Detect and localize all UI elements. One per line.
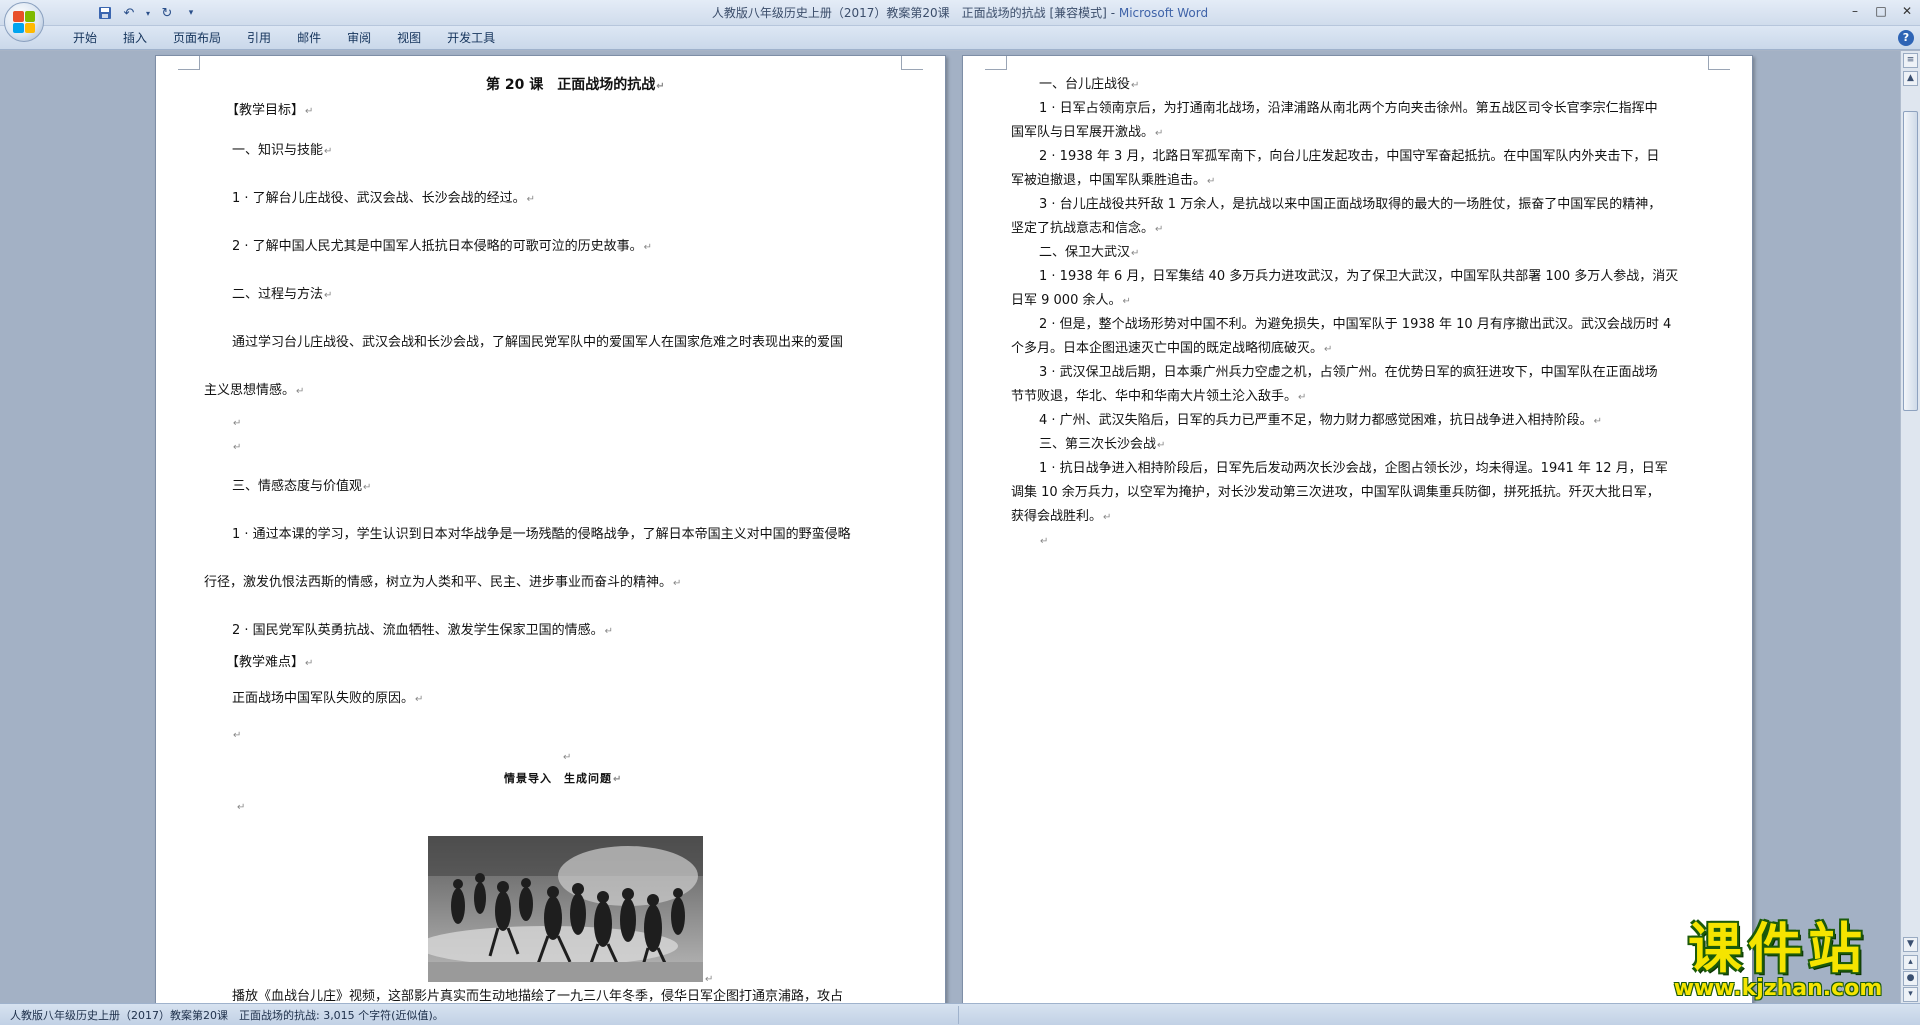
status-divider bbox=[958, 1006, 959, 1024]
right-paragraph: 2 · 但是，整个战场形势对中国不利。为避免损失，中国军队于 1938 年 10… bbox=[1039, 317, 1672, 332]
empty-paragraph: ↵ bbox=[237, 802, 246, 813]
right-paragraph: 三、第三次长沙会战↵ bbox=[1039, 437, 1166, 452]
empty-paragraph: ↵ bbox=[705, 974, 714, 985]
scroll-up-icon[interactable]: ▲ bbox=[1903, 71, 1918, 86]
right-paragraph: 日军 9 000 余人。↵ bbox=[1011, 293, 1131, 308]
previous-page-icon[interactable]: ▴ bbox=[1903, 955, 1918, 970]
close-button[interactable]: ✕ bbox=[1894, 0, 1920, 22]
empty-paragraph: ↵ bbox=[563, 752, 572, 763]
empty-paragraph: ↵ bbox=[1040, 536, 1049, 547]
window-title: 人教版八年级历史上册（2017）教案第20课 正面战场的抗战 [兼容模式] - … bbox=[0, 4, 1920, 21]
status-text: 人教版八年级历史上册（2017）教案第20课 正面战场的抗战: 3,015 个字… bbox=[10, 1009, 444, 1022]
left-paragraph: 2 · 国民党军队英勇抗战、流血牺牲、激发学生保家卫国的情感。↵ bbox=[232, 623, 614, 638]
office-button[interactable] bbox=[4, 2, 44, 42]
right-paragraph: 1 · 抗日战争进入相持阶段后，日军先后发动两次长沙会战，企图占领长沙，均未得逞… bbox=[1039, 461, 1668, 476]
right-paragraph: 军被迫撤退，中国军队乘胜追击。↵ bbox=[1011, 173, 1216, 188]
ribbon: 开始 插入 页面布局 引用 邮件 审阅 视图 开发工具 ? bbox=[0, 26, 1920, 50]
section-heading: 情景导入 生成问题↵ bbox=[504, 772, 623, 785]
document-area: 第 20 课 正面战场的抗战↵ 【教学目标】↵ 一、知识与技能↵ 1 · 了解台… bbox=[0, 51, 1900, 1003]
left-paragraph: 二、过程与方法↵ bbox=[232, 287, 333, 302]
left-paragraph: 【教学难点】↵ bbox=[226, 655, 314, 670]
tab-mailings[interactable]: 邮件 bbox=[284, 29, 334, 47]
title-separator: - bbox=[1106, 6, 1119, 20]
tab-view[interactable]: 视图 bbox=[384, 29, 434, 47]
tab-references[interactable]: 引用 bbox=[234, 29, 284, 47]
left-paragraph: 1 · 通过本课的学习，学生认识到日本对华战争是一场残酷的侵略战争，了解日本帝国… bbox=[232, 527, 851, 542]
tab-insert[interactable]: 插入 bbox=[110, 29, 160, 47]
window-controls: – □ ✕ bbox=[1842, 0, 1920, 22]
right-paragraph: 国军队与日军展开激战。↵ bbox=[1011, 125, 1164, 140]
right-paragraph: 2 · 1938 年 3 月，北路日军孤军南下，向台儿庄发起攻击，中国守军奋起抵… bbox=[1039, 149, 1660, 164]
right-paragraph: 3 · 武汉保卫战后期，日本乘广州兵力空虚之机，占领广州。在优势日军的疯狂进攻下… bbox=[1039, 365, 1658, 380]
tab-developer[interactable]: 开发工具 bbox=[434, 29, 508, 47]
scrollbar-thumb[interactable] bbox=[1903, 111, 1918, 411]
left-paragraph: 正面战场中国军队失败的原因。↵ bbox=[232, 691, 424, 706]
right-paragraph: 4 · 广州、武汉失陷后，日军的兵力已严重不足，物力财力都感觉困难，抗日战争进入… bbox=[1039, 413, 1603, 428]
war-photo[interactable] bbox=[428, 836, 703, 982]
ribbon-tabs: 开始 插入 页面布局 引用 邮件 审阅 视图 开发工具 bbox=[60, 29, 508, 47]
next-page-icon[interactable]: ▾ bbox=[1903, 987, 1918, 1002]
right-paragraph: 1 · 1938 年 6 月，日军集结 40 多万兵力进攻武汉，为了保卫大武汉，… bbox=[1039, 269, 1679, 284]
document-page-right[interactable]: 一、台儿庄战役↵ 1 · 日军占领南京后，为打通南北战场，沿津浦路从南北两个方向… bbox=[962, 55, 1753, 1003]
help-icon[interactable]: ? bbox=[1898, 30, 1914, 46]
tab-page-layout[interactable]: 页面布局 bbox=[160, 29, 234, 47]
office-logo-icon bbox=[13, 11, 35, 33]
right-paragraph: 3 · 台儿庄战役共歼敌 1 万余人，是抗战以来中国正面战场取得的最大的一场胜仗… bbox=[1039, 197, 1662, 212]
right-paragraph: 获得会战胜利。↵ bbox=[1011, 509, 1112, 524]
tab-home[interactable]: 开始 bbox=[60, 29, 110, 47]
margin-corner bbox=[178, 56, 200, 70]
left-paragraph: 2 · 了解中国人民尤其是中国军人抵抗日本侵略的可歌可泣的历史故事。↵ bbox=[232, 239, 653, 254]
left-paragraph: 主义思想情感。↵ bbox=[204, 383, 305, 398]
left-paragraph: 通过学习台儿庄战役、武汉会战和长沙会战，了解国民党军队中的爱国军人在国家危难之时… bbox=[232, 335, 844, 350]
right-paragraph: 二、保卫大武汉↵ bbox=[1039, 245, 1140, 260]
empty-paragraph: ↵ bbox=[233, 442, 242, 453]
maximize-button[interactable]: □ bbox=[1868, 0, 1894, 22]
ruler-toggle-icon[interactable]: ≡ bbox=[1903, 53, 1918, 68]
title-bar: ↶ ▾ ↻ ▾ 人教版八年级历史上册（2017）教案第20课 正面战场的抗战 [… bbox=[0, 0, 1920, 26]
left-paragraph: 1 · 了解台儿庄战役、武汉会战、长沙会战的经过。↵ bbox=[232, 191, 536, 206]
empty-paragraph: ↵ bbox=[233, 418, 242, 429]
right-paragraph: 个多月。日本企图迅速灭亡中国的既定战略彻底破灭。↵ bbox=[1011, 341, 1333, 356]
margin-corner bbox=[1708, 56, 1730, 70]
left-paragraph: 【教学目标】↵ bbox=[226, 103, 314, 118]
vertical-scrollbar[interactable]: ≡ ▲ ▼ ▴ ● ▾ bbox=[1900, 51, 1920, 1003]
site-watermark: 课件站 www.kjzhan.com bbox=[1658, 917, 1898, 1002]
lesson-title: 第 20 课 正面战场的抗战↵ bbox=[486, 77, 665, 93]
empty-paragraph: ↵ bbox=[233, 730, 242, 741]
right-paragraph: 节节败退，华北、华中和华南大片领土沦入敌手。↵ bbox=[1011, 389, 1307, 404]
minimize-button[interactable]: – bbox=[1842, 0, 1868, 22]
right-paragraph: 一、台儿庄战役↵ bbox=[1039, 77, 1140, 92]
right-paragraph: 坚定了抗战意志和信念。↵ bbox=[1011, 221, 1164, 236]
browse-object-icon[interactable]: ● bbox=[1903, 971, 1918, 986]
left-paragraph: 播放《血战台儿庄》视频，这部影片真实而生动地描绘了一九三八年冬季，侵华日军企图打… bbox=[232, 989, 844, 1003]
watermark-title: 课件站 bbox=[1688, 917, 1868, 980]
right-paragraph: 1 · 日军占领南京后，为打通南北战场，沿津浦路从南北两个方向夹击徐州。第五战区… bbox=[1039, 101, 1658, 116]
left-paragraph: 一、知识与技能↵ bbox=[232, 143, 333, 158]
watermark-url: www.kjzhan.com bbox=[1673, 976, 1883, 1001]
right-paragraph: 调集 10 余万兵力，以空军为掩护，对长沙发动第三次进攻，中国军队调集重兵防御，… bbox=[1011, 485, 1660, 500]
margin-corner bbox=[901, 56, 923, 70]
document-title: 人教版八年级历史上册（2017）教案第20课 正面战场的抗战 [兼容模式] bbox=[711, 6, 1107, 20]
margin-corner bbox=[985, 56, 1007, 70]
status-bar: 人教版八年级历史上册（2017）教案第20课 正面战场的抗战: 3,015 个字… bbox=[0, 1003, 1920, 1025]
left-paragraph: 三、情感态度与价值观↵ bbox=[232, 479, 372, 494]
document-page-left[interactable]: 第 20 课 正面战场的抗战↵ 【教学目标】↵ 一、知识与技能↵ 1 · 了解台… bbox=[155, 55, 946, 1003]
tab-review[interactable]: 审阅 bbox=[334, 29, 384, 47]
scroll-down-icon[interactable]: ▼ bbox=[1903, 937, 1918, 952]
app-name: Microsoft Word bbox=[1118, 6, 1209, 20]
left-paragraph: 行径，激发仇恨法西斯的情感，树立为人类和平、民主、进步事业而奋斗的精神。↵ bbox=[204, 575, 682, 590]
